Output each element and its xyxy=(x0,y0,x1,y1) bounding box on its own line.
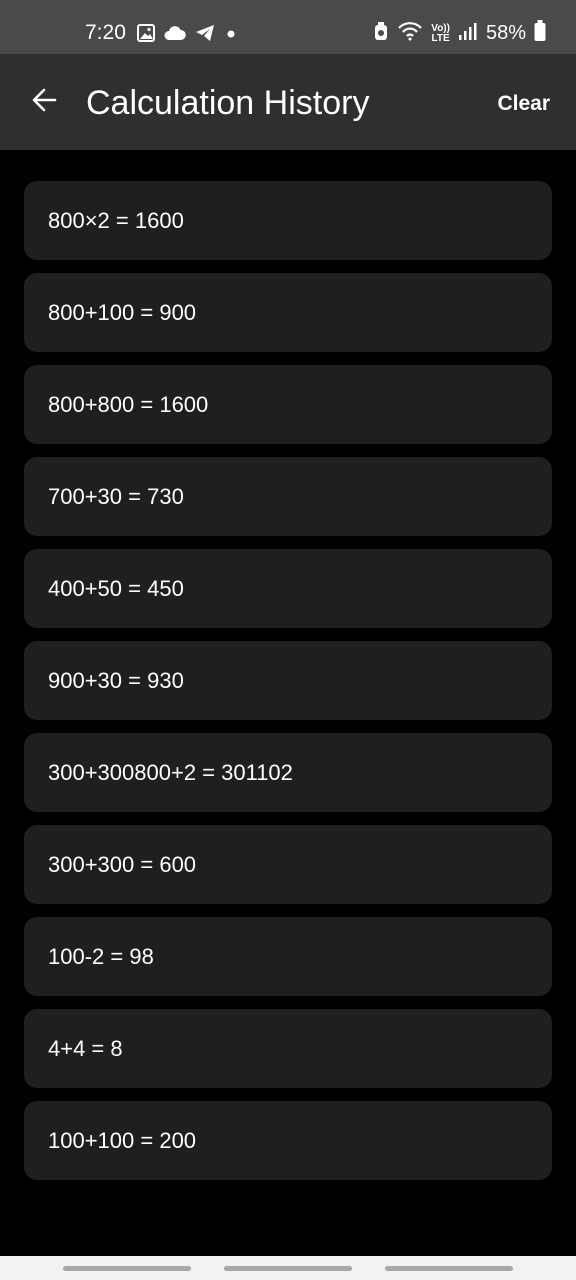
cloud-icon xyxy=(164,25,186,46)
history-item[interactable]: 800+100 = 900 xyxy=(24,273,552,352)
history-item-text: 300+300800+2 = 301102 xyxy=(48,759,293,785)
image-icon xyxy=(137,24,155,47)
arrow-left-icon xyxy=(31,87,57,118)
history-list: 800×2 = 1600 800+100 = 900 800+800 = 160… xyxy=(24,181,552,1193)
history-item-text: 400+50 = 450 xyxy=(48,575,184,601)
alarm-icon xyxy=(373,21,389,46)
wifi-icon xyxy=(397,21,423,46)
history-item[interactable]: 4+4 = 8 xyxy=(24,1009,552,1088)
history-item-text: 900+30 = 930 xyxy=(48,667,184,693)
network-label-bottom: LTE xyxy=(431,32,450,44)
battery-icon xyxy=(534,20,546,47)
history-item-text: 4+4 = 8 xyxy=(48,1035,123,1061)
status-bar: 7:20 Vo)) LTE 58% xyxy=(0,0,576,54)
nav-back-handle[interactable] xyxy=(385,1266,513,1271)
nav-home-handle[interactable] xyxy=(224,1266,352,1271)
app-bar: Calculation History Clear xyxy=(0,54,576,150)
battery-percent: 58% xyxy=(485,22,526,44)
history-item-text: 300+300 = 600 xyxy=(48,851,197,877)
status-system-icons: Vo)) LTE 58% xyxy=(373,20,546,47)
nav-recents-handle[interactable] xyxy=(63,1266,191,1271)
history-item-text: 100+100 = 200 xyxy=(48,1127,197,1153)
history-item-text: 800×2 = 1600 xyxy=(48,207,184,233)
signal-icon xyxy=(458,21,478,46)
status-time: 7:20 xyxy=(85,21,126,44)
page-title: Calculation History xyxy=(86,84,370,122)
volte-icon: Vo)) LTE xyxy=(431,22,450,44)
telegram-icon xyxy=(195,24,215,47)
history-item[interactable]: 300+300 = 600 xyxy=(24,825,552,904)
status-notification-icons xyxy=(137,24,238,47)
history-item-text: 700+30 = 730 xyxy=(48,483,184,509)
back-button[interactable] xyxy=(20,76,68,128)
navigation-bar xyxy=(0,1256,576,1280)
history-item-text: 100-2 = 98 xyxy=(48,943,154,969)
dot-icon xyxy=(224,26,238,45)
history-item[interactable]: 100-2 = 98 xyxy=(24,917,552,996)
history-item[interactable]: 900+30 = 930 xyxy=(24,641,552,720)
history-item[interactable]: 700+30 = 730 xyxy=(24,457,552,536)
history-item[interactable]: 800×2 = 1600 xyxy=(24,181,552,260)
history-item-text: 800+800 = 1600 xyxy=(48,391,209,417)
history-item[interactable]: 400+50 = 450 xyxy=(24,549,552,628)
clear-button[interactable]: Clear xyxy=(497,92,550,116)
history-item-text: 800+100 = 900 xyxy=(48,299,197,325)
history-item[interactable]: 100+100 = 200 xyxy=(24,1101,552,1180)
history-item[interactable]: 800+800 = 1600 xyxy=(24,365,552,444)
network-label-top: Vo)) xyxy=(431,22,450,34)
history-item[interactable]: 300+300800+2 = 301102 xyxy=(24,733,552,812)
